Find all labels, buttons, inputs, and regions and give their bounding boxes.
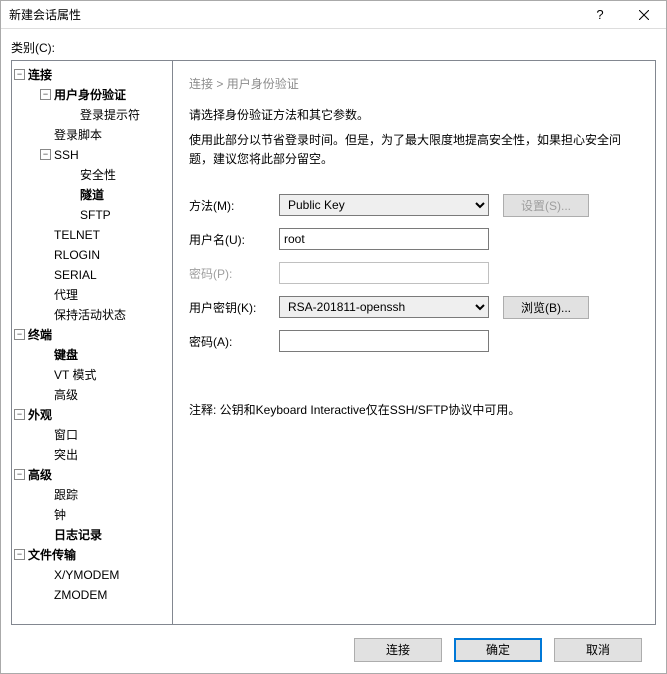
tree-node-ssh[interactable]: − SSH 安全性 隧道 SFTP	[40, 145, 170, 225]
tree-node-trace[interactable]: 跟踪	[40, 485, 170, 505]
tree-node-filetransfer[interactable]: − 文件传输 X/YMODEM ZMODEM	[14, 545, 170, 605]
tree-node-highlight[interactable]: 突出	[40, 445, 170, 465]
row-method: 方法(M): Public Key 设置(S)...	[189, 193, 639, 217]
cancel-button[interactable]: 取消	[554, 638, 642, 662]
collapse-icon[interactable]: −	[14, 469, 25, 480]
tree-node-advanced[interactable]: − 高级 跟踪 钟 日志记录	[14, 465, 170, 545]
note-text: 注释: 公钥和Keyboard Interactive仅在SSH/SFTP协议中…	[189, 401, 639, 418]
password-label: 密码(P):	[189, 265, 279, 282]
collapse-icon[interactable]: −	[14, 409, 25, 420]
password-input	[279, 262, 489, 284]
titlebar: 新建会话属性 ?	[1, 1, 666, 29]
tree-node-keepalive[interactable]: 保持活动状态	[40, 305, 170, 325]
tree-node-appearance[interactable]: − 外观 窗口 突出	[14, 405, 170, 465]
main-area: − 连接 − 用户身份验证 登录提示符 登录脚本	[11, 60, 656, 625]
setup-button[interactable]: 设置(S)...	[503, 194, 589, 217]
category-label: 类别(C):	[11, 39, 656, 56]
tree-node-security[interactable]: 安全性	[66, 165, 170, 185]
method-select[interactable]: Public Key	[279, 194, 489, 216]
tree-node-terminal[interactable]: − 终端 键盘 VT 模式 高级	[14, 325, 170, 405]
row-password: 密码(P):	[189, 261, 639, 285]
dialog-window: 新建会话属性 ? 类别(C): − 连接 − 用户身份验证	[0, 0, 667, 674]
collapse-icon[interactable]: −	[14, 329, 25, 340]
collapse-icon[interactable]: −	[40, 89, 51, 100]
tree-node-advanced-term[interactable]: 高级	[40, 385, 170, 405]
browse-button[interactable]: 浏览(B)...	[503, 296, 589, 319]
tree-node-tunnel[interactable]: 隧道	[66, 185, 170, 205]
tree-node-xymodem[interactable]: X/YMODEM	[40, 565, 170, 585]
tree-node-login-prompt[interactable]: 登录提示符	[66, 105, 170, 125]
close-icon	[639, 10, 649, 20]
tree-node-serial[interactable]: SERIAL	[40, 265, 170, 285]
description-2: 使用此部分以节省登录时间。但是，为了最大限度地提高安全性，如果担心安全问题，建议…	[189, 131, 639, 169]
username-input[interactable]	[279, 228, 489, 250]
username-label: 用户名(U):	[189, 231, 279, 248]
row-username: 用户名(U):	[189, 227, 639, 251]
userkey-label: 用户密钥(K):	[189, 299, 279, 316]
window-title: 新建会话属性	[9, 6, 578, 23]
footer: 连接 确定 取消	[11, 625, 656, 673]
category-tree[interactable]: − 连接 − 用户身份验证 登录提示符 登录脚本	[11, 60, 173, 625]
row-passphrase: 密码(A):	[189, 329, 639, 353]
tree-node-logging[interactable]: 日志记录	[40, 525, 170, 545]
tree-node-connection[interactable]: − 连接 − 用户身份验证 登录提示符 登录脚本	[14, 65, 170, 325]
method-label: 方法(M):	[189, 197, 279, 214]
tree-node-rlogin[interactable]: RLOGIN	[40, 245, 170, 265]
tree-node-auth[interactable]: − 用户身份验证 登录提示符	[40, 85, 170, 125]
help-button[interactable]: ?	[578, 1, 622, 29]
collapse-icon[interactable]: −	[14, 69, 25, 80]
connect-button[interactable]: 连接	[354, 638, 442, 662]
userkey-select[interactable]: RSA-201811-openssh	[279, 296, 489, 318]
tree-node-proxy[interactable]: 代理	[40, 285, 170, 305]
tree-node-zmodem[interactable]: ZMODEM	[40, 585, 170, 605]
description-1: 请选择身份验证方法和其它参数。	[189, 106, 639, 123]
breadcrumb-part: 连接	[189, 77, 213, 91]
tree-node-login-script[interactable]: 登录脚本	[40, 125, 170, 145]
passphrase-label: 密码(A):	[189, 333, 279, 350]
tree-node-telnet[interactable]: TELNET	[40, 225, 170, 245]
dialog-body: 类别(C): − 连接 − 用户身份验证 登录提示符	[1, 29, 666, 673]
breadcrumb-part: 用户身份验证	[227, 77, 299, 91]
tree-node-keyboard[interactable]: 键盘	[40, 345, 170, 365]
tree-node-sftp[interactable]: SFTP	[66, 205, 170, 225]
ok-button[interactable]: 确定	[454, 638, 542, 662]
collapse-icon[interactable]: −	[40, 149, 51, 160]
breadcrumb: 连接 > 用户身份验证	[189, 75, 639, 92]
passphrase-input[interactable]	[279, 330, 489, 352]
tree-node-window[interactable]: 窗口	[40, 425, 170, 445]
breadcrumb-sep: >	[216, 77, 223, 91]
tree-node-vtmode[interactable]: VT 模式	[40, 365, 170, 385]
right-panel: 连接 > 用户身份验证 请选择身份验证方法和其它参数。 使用此部分以节省登录时间…	[173, 60, 656, 625]
row-userkey: 用户密钥(K): RSA-201811-openssh 浏览(B)...	[189, 295, 639, 319]
close-button[interactable]	[622, 1, 666, 29]
tree-node-bell[interactable]: 钟	[40, 505, 170, 525]
collapse-icon[interactable]: −	[14, 549, 25, 560]
